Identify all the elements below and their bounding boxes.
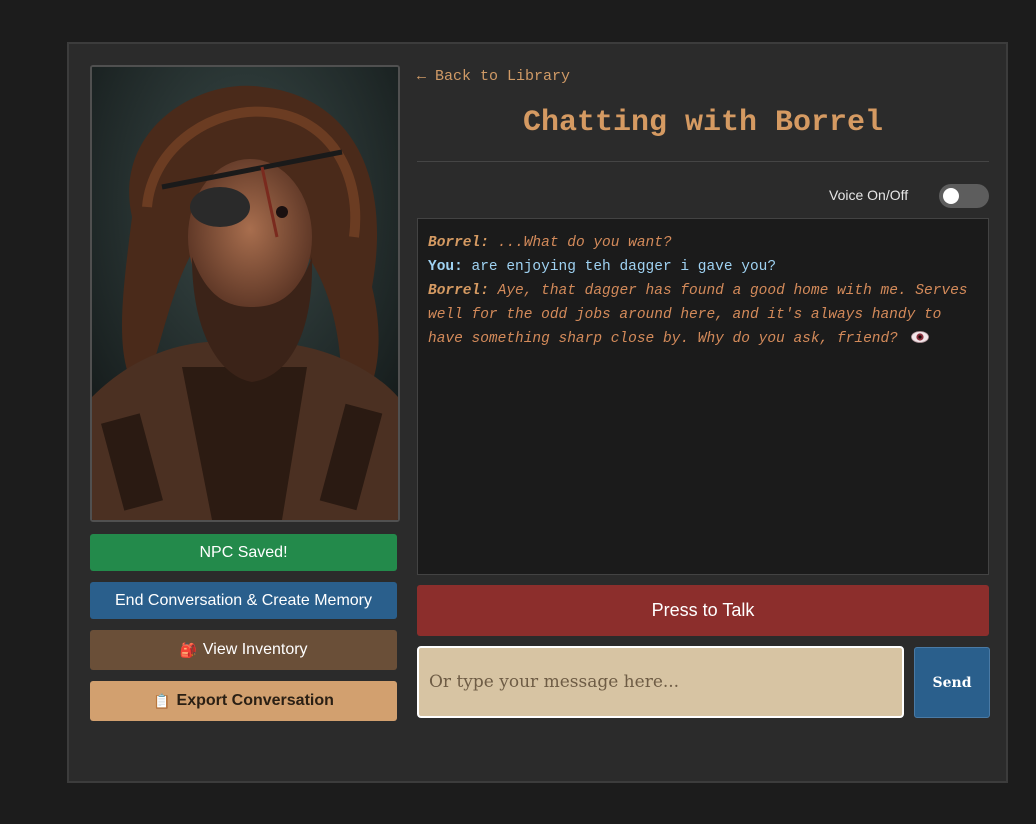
message-input[interactable] [417,646,904,718]
chat-log[interactable]: Borrel: ...What do you want? You: are en… [417,218,989,575]
npc-portrait-image [92,67,398,520]
backpack-icon: 🎒 [179,641,197,658]
chat-message: You: are enjoying teh dagger i gave you? [428,255,978,279]
app-window: NPC Saved! End Conversation & Create Mem… [67,42,1008,783]
message-text: are enjoying teh dagger i gave you? [471,259,777,275]
npc-portrait [90,65,400,522]
voice-toggle-label: Voice On/Off [829,187,909,203]
chat-message: Borrel: Aye, that dagger has found a goo… [428,279,978,351]
view-inventory-label: View Inventory [202,641,308,658]
chat-message: Borrel: ...What do you want? [428,231,978,255]
clipboard-icon: 📋 [153,692,171,709]
voice-toggle-knob [943,188,959,204]
message-speaker: You: [428,259,463,275]
back-to-library-link[interactable]: ← Back to Library [417,68,570,85]
message-text: Aye, that dagger has found a good home w… [428,283,968,347]
header-divider [417,161,989,162]
eye-icon [910,331,929,343]
export-conversation-label: Export Conversation [176,692,334,709]
press-to-talk-button[interactable]: Press to Talk [417,585,989,636]
npc-saved-label: NPC Saved! [199,543,288,561]
export-conversation-button[interactable]: 📋 Export Conversation [90,681,397,721]
npc-saved-button[interactable]: NPC Saved! [90,534,397,571]
view-inventory-button[interactable]: 🎒 View Inventory [90,630,397,670]
end-conversation-button[interactable]: End Conversation & Create Memory [90,582,397,619]
message-speaker: Borrel: [428,283,489,299]
end-conversation-label: End Conversation & Create Memory [115,591,372,609]
send-button[interactable]: Send [914,647,990,718]
voice-toggle[interactable] [939,184,989,208]
page-title: Chatting with Borrel [522,106,884,140]
message-text: ...What do you want? [497,235,672,251]
message-speaker: Borrel: [428,235,489,251]
